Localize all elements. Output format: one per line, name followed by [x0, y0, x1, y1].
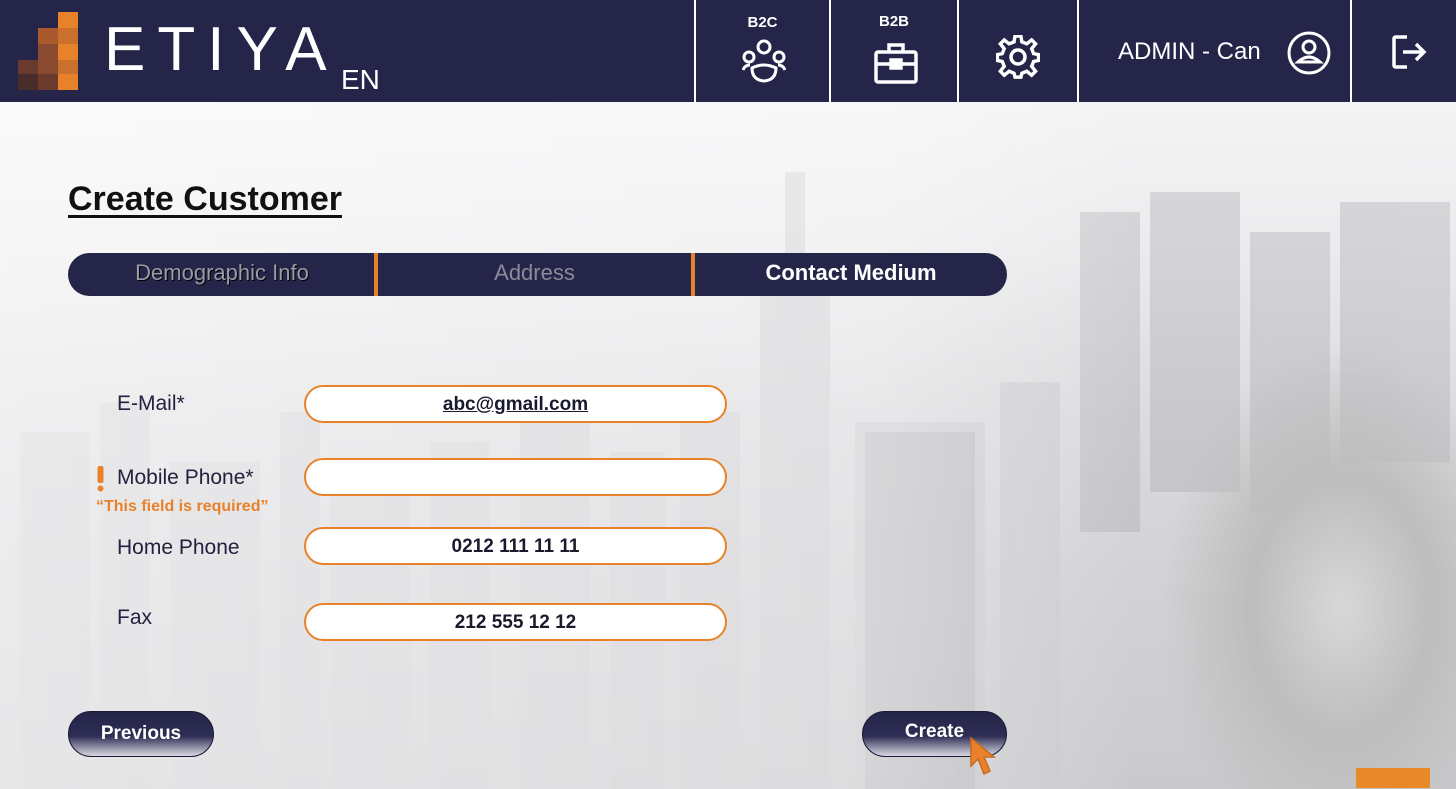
fax-field[interactable]: 212 555 12 12	[304, 603, 727, 641]
mobile-phone-error: “This field is required”	[96, 498, 269, 515]
tab-demographic-info[interactable]: Demographic Info	[68, 253, 376, 296]
b2c-label: B2C	[747, 14, 778, 31]
divider	[1077, 0, 1079, 102]
brand-name: ETIYA	[104, 15, 339, 84]
email-label: E-Mail*	[117, 392, 185, 415]
home-phone-field[interactable]: 0212 111 11 11	[304, 527, 727, 565]
b2b-label: B2B	[878, 13, 909, 30]
b2b-button[interactable]: B2B	[831, 0, 957, 102]
portrait-image	[1075, 182, 1456, 789]
logout-icon	[1392, 35, 1427, 69]
page-title: Create Customer	[68, 180, 342, 218]
settings-button[interactable]	[959, 0, 1077, 102]
mobile-phone-field[interactable]	[304, 458, 727, 496]
tab-contact-medium[interactable]: Contact Medium	[695, 253, 1007, 296]
top-navigation-bar: ETIYA EN B2C B2B ADMIN - Can	[0, 0, 1456, 102]
corner-badge	[1356, 768, 1430, 788]
tab-address[interactable]: Address	[377, 253, 692, 296]
logout-button[interactable]	[1352, 0, 1456, 102]
language-selector[interactable]: EN	[341, 64, 380, 96]
step-tabs: Demographic Info Address Contact Medium	[68, 253, 1007, 296]
user-circle-icon[interactable]	[1286, 30, 1332, 76]
users-icon	[742, 39, 786, 83]
previous-button[interactable]: Previous	[68, 711, 214, 757]
warning-icon	[97, 466, 104, 492]
home-phone-label: Home Phone	[117, 536, 240, 559]
b2c-button[interactable]: B2C	[696, 0, 829, 102]
pointer-cursor-icon	[970, 736, 997, 776]
user-name: ADMIN - Can	[1118, 38, 1261, 65]
etiya-logo-icon	[18, 12, 78, 90]
briefcase-icon	[874, 43, 918, 84]
email-field[interactable]: abc@gmail.com	[304, 385, 727, 423]
mobile-phone-label: Mobile Phone*	[117, 466, 254, 489]
fax-label: Fax	[117, 606, 153, 629]
gear-icon	[996, 35, 1040, 79]
